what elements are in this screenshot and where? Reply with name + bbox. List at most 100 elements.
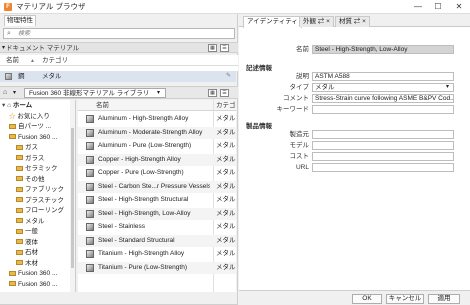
tree-item-label: ガラス [25, 154, 45, 162]
material-row[interactable]: Aluminum - Pure (Low-Strength) メタル [78, 140, 236, 152]
model-field[interactable] [312, 141, 454, 150]
tree-item[interactable]: セラミック [16, 164, 58, 174]
collapse-arrow-icon[interactable]: ▾ [2, 44, 5, 51]
material-row[interactable]: Steel - High-Strength, Low-Alloy メタル [78, 207, 236, 220]
tree-item[interactable]: Fusion 360 ... [9, 269, 57, 279]
maximize-button[interactable]: ☐ [428, 0, 448, 14]
search-box[interactable]: ⌕ [3, 28, 235, 39]
tree-item[interactable]: Fusion 360 ... [9, 133, 57, 143]
tree-item[interactable]: プラスチック [16, 196, 64, 206]
url-field[interactable] [312, 163, 454, 172]
material-category: メタル [216, 142, 236, 149]
description-field[interactable]: ASTM A588 [312, 72, 454, 81]
column-header-name[interactable]: 名前 [6, 57, 19, 65]
tab-physical[interactable]: 材質 ⇄ × [335, 16, 370, 27]
folder-icon [16, 228, 23, 234]
tree-scrollbar-thumb[interactable] [71, 128, 74, 268]
tree-item[interactable]: メタル [16, 217, 45, 227]
tab-identity[interactable]: アイデンティティ [243, 16, 302, 28]
material-swatch [86, 115, 94, 123]
material-row[interactable]: Steel - High-Strength Structural メタル [78, 194, 236, 206]
material-swatch [86, 155, 94, 164]
document-materials-label: ドキュメント マテリアル [6, 45, 80, 52]
material-row[interactable]: Copper - High-Strength Alloy メタル [78, 153, 236, 166]
tree-item[interactable]: ガラス [16, 154, 44, 164]
material-editor-panel: アイデンティティ 外観 ⇄ × 材質 ⇄ × 名前 Steel - High-S… [239, 14, 470, 305]
material-row[interactable]: Steel - Carbon Ste...r Pressure Vessels メ… [78, 180, 236, 193]
material-row[interactable]: Aluminum - Moderate-Strength Alloy メタル [78, 126, 236, 139]
material-name: Steel - Stainless [98, 223, 145, 230]
cost-field[interactable] [312, 152, 454, 161]
library-view-icon[interactable]: ▦ [208, 89, 217, 97]
keywords-field[interactable] [312, 105, 454, 114]
document-material-name: 鋼 [18, 73, 25, 80]
material-row[interactable]: Copper - Pure (Low-Strength) メタル [78, 167, 236, 179]
tree-item-label: 一般 [25, 228, 38, 235]
tree-item[interactable]: ファブリック [16, 185, 64, 195]
tree-item[interactable]: ☆ お気に入り [9, 112, 50, 122]
tree-item-label: 自パーツ ... [18, 123, 52, 130]
tree-item[interactable]: ガス [16, 143, 38, 153]
comment-label: コメント [283, 95, 309, 102]
tree-item[interactable]: ▾ ⌂ ホーム [2, 101, 32, 111]
tree-item[interactable]: フローリング [16, 206, 64, 216]
minimize-button[interactable]: — [408, 0, 428, 14]
manufacturer-label: 製造元 [289, 131, 310, 138]
material-swatch [86, 223, 94, 231]
manufacturer-field[interactable] [312, 130, 454, 139]
column-header-category[interactable]: カテゴリ [42, 57, 68, 65]
editor-tabs: アイデンティティ 外観 ⇄ × 材質 ⇄ × [239, 14, 470, 28]
edit-icon[interactable]: ✎ [226, 72, 231, 79]
material-category: メタル [216, 196, 236, 203]
tree-item[interactable]: 木材 [16, 259, 38, 269]
ok-button[interactable]: OK [352, 294, 382, 304]
grid-header-category[interactable]: カテゴ [216, 102, 236, 110]
tree-item[interactable]: 一般 [16, 227, 38, 237]
material-row[interactable]: Aluminum - High-Strength Alloy メタル [78, 113, 236, 125]
material-category: メタル [216, 209, 236, 217]
home-icon[interactable]: ⌂ [3, 89, 7, 96]
folder-icon [9, 123, 16, 129]
tree-item[interactable]: その他 [16, 175, 45, 185]
tab-physical-properties[interactable]: 物理特性 [4, 15, 36, 26]
apply-button[interactable]: 適用 [428, 294, 460, 304]
tree-item-label: セラミック [25, 165, 58, 172]
tree-item[interactable]: Fusion 360 ... [9, 280, 57, 290]
name-field[interactable]: Steel - High-Strength, Low-Alloy [312, 45, 454, 54]
dropdown-arrow-icon[interactable]: ▾ [13, 89, 16, 96]
search-input[interactable] [18, 29, 228, 38]
tree-item[interactable]: 液体 [16, 238, 38, 248]
tree-item[interactable]: 自パーツ ... [9, 122, 51, 132]
tree-item-label: その他 [25, 175, 45, 183]
material-name: Aluminum - Moderate-Strength Alloy [98, 128, 203, 136]
material-row[interactable]: Steel - Stainless メタル [78, 221, 236, 233]
tree-item[interactable]: 石材 [16, 248, 38, 258]
material-swatch [86, 263, 94, 272]
close-button[interactable]: ✕ [449, 0, 469, 14]
document-material-row[interactable]: 鋼 メタル ✎ [0, 71, 236, 82]
view-toggle-icon[interactable]: ▦ [208, 44, 217, 52]
comment-field[interactable]: Stress-Strain curve following ASME B&PV … [312, 94, 454, 103]
material-row[interactable]: Steel - Standard Structural メタル [78, 234, 236, 247]
tab-appearance[interactable]: 外観 ⇄ × [299, 16, 334, 27]
library-list-icon[interactable]: ☰ [220, 89, 229, 97]
cancel-button[interactable]: キャンセル [386, 294, 424, 304]
material-category: メタル [216, 115, 236, 122]
library-dropdown[interactable]: Fusion 360 非線形マテリアル ライブラリ ▾ [24, 88, 166, 98]
material-swatch [86, 196, 94, 204]
tree-item-label: ホーム [12, 102, 33, 109]
type-select[interactable]: メタル ▾ [312, 83, 454, 92]
folder-icon [16, 176, 23, 182]
material-row[interactable]: Titanium - High-Strength Alloy メタル [78, 248, 236, 260]
library-panel: 物理特性 ⌕ ▾ ドキュメント マテリアル ▦ ☰ 名前 ▲ カテゴリ 鋼 メタ… [0, 14, 238, 305]
folder-icon [16, 197, 23, 203]
material-row[interactable]: Titanium - Pure (Low-Strength) メタル [78, 261, 236, 274]
material-swatch [86, 169, 94, 177]
material-category: メタル [216, 128, 236, 136]
tree-item-label: 石材 [25, 249, 38, 256]
material-name: Aluminum - Pure (Low-Strength) [98, 142, 192, 149]
list-view-icon[interactable]: ☰ [220, 44, 229, 52]
grid-header-name[interactable]: 名前 [96, 102, 109, 110]
material-category: メタル [216, 263, 236, 271]
folder-icon [16, 260, 23, 266]
